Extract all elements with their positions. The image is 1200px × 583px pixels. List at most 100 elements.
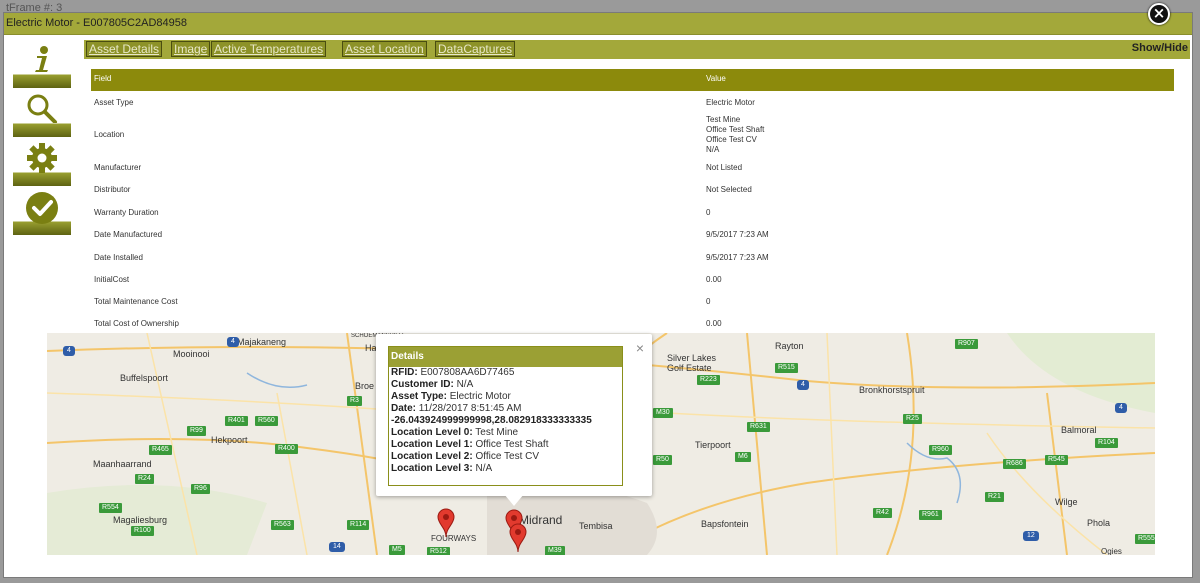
- route-shield: R3: [347, 396, 362, 406]
- map-place-label: Rayton: [775, 341, 804, 351]
- route-shield: M39: [545, 546, 565, 555]
- confirm-button[interactable]: [13, 187, 71, 235]
- row-value: 0: [706, 208, 711, 217]
- route-shield: R560: [255, 416, 278, 426]
- route-shield: R555: [1135, 534, 1155, 544]
- row-field: Location: [94, 130, 125, 139]
- route-shield: R545: [1045, 455, 1068, 465]
- route-shield: R114: [347, 520, 370, 530]
- route-shield: R21: [985, 492, 1004, 502]
- settings-button[interactable]: [13, 138, 71, 186]
- map-place-label: Tierpoort: [695, 440, 731, 450]
- info-line: RFID: E007808AA6D77465: [391, 367, 515, 378]
- map-place-label: Buffelspoort: [120, 373, 168, 383]
- route-shield: R223: [697, 375, 720, 385]
- route-shield: M5: [389, 545, 405, 555]
- row-field: Distributor: [94, 185, 131, 194]
- modal-titlebar: Electric Motor - E007805C2AD84958: [4, 13, 1192, 35]
- row-field: Total Maintenance Cost: [94, 297, 178, 306]
- info-line-coordinates: -26.043924999999998,28.082918333333335: [391, 415, 592, 426]
- info-line: Asset Type: Electric Motor: [391, 391, 511, 402]
- route-shield: R100: [131, 526, 154, 536]
- close-button[interactable]: ×: [1148, 3, 1170, 25]
- tab-image[interactable]: Image: [171, 41, 211, 57]
- map-place-label: Phola: [1087, 518, 1111, 528]
- map-place-label: Maanhaarrand: [93, 459, 152, 469]
- route-shield: R515: [775, 363, 798, 373]
- route-shield: R961: [919, 510, 942, 520]
- route-shield: R907: [955, 339, 978, 349]
- row-field: Date Installed: [94, 253, 143, 262]
- national-route-shield: 4: [1115, 403, 1127, 413]
- search-icon: [27, 94, 57, 123]
- gear-icon: [27, 143, 57, 173]
- info-line: Location Level 2: Office Test CV: [391, 451, 540, 462]
- route-shield: R99: [187, 426, 206, 436]
- map-place-label: Ogies: [1101, 547, 1122, 555]
- info-window-header: Details: [389, 347, 622, 367]
- map-place-label: Magaliesburg: [113, 515, 168, 525]
- tab-bar: Asset Details Image Active Temperatures …: [84, 40, 1190, 59]
- info-line: Location Level 0: Test Mine: [391, 427, 519, 438]
- tab-asset-details[interactable]: Asset Details: [86, 41, 163, 57]
- route-shield: R686: [1003, 459, 1026, 469]
- map-place-label: Broe: [355, 381, 375, 391]
- route-shield: R24: [135, 474, 154, 484]
- info-line: Customer ID: N/A: [391, 379, 474, 390]
- national-route-shield: 4: [63, 346, 75, 356]
- row-value: Not Selected: [706, 185, 752, 194]
- row-field: Date Manufactured: [94, 230, 163, 239]
- route-shield: R631: [747, 422, 770, 432]
- row-field: InitialCost: [94, 275, 130, 284]
- route-shield: R465: [149, 445, 172, 455]
- row-value: 9/5/2017 7:23 AM: [706, 230, 769, 239]
- row-value: Test Mine Office Test Shaft Office Test …: [706, 115, 765, 154]
- map-marker[interactable]: [437, 508, 455, 538]
- route-shield: R563: [271, 520, 294, 530]
- route-shield: R50: [653, 455, 672, 465]
- info-line: Location Level 1: Office Test Shaft: [391, 439, 549, 450]
- info-button[interactable]: [13, 40, 71, 88]
- map-marker[interactable]: [509, 523, 527, 553]
- route-shield: R25: [903, 414, 922, 424]
- tab-datacaptures[interactable]: DataCaptures: [435, 41, 516, 57]
- route-shield: R554: [99, 503, 122, 513]
- route-shield: R400: [275, 444, 298, 454]
- info-window-content: Details RFID: E007808AA6D77465 Customer …: [388, 346, 623, 486]
- route-shield: R401: [225, 416, 248, 426]
- map-place-label: Balmoral: [1061, 425, 1097, 435]
- national-route-shield: 14: [329, 542, 345, 552]
- show-hide-toggle[interactable]: Show/Hide: [1132, 42, 1188, 54]
- column-header-field: Field: [94, 74, 112, 83]
- route-shield: M6: [735, 452, 751, 462]
- search-button[interactable]: [13, 89, 71, 137]
- row-field: Total Cost of Ownership: [94, 319, 179, 328]
- map-place-label: Hekpoort: [211, 435, 248, 445]
- info-line: Date: 11/28/2017 8:51:45 AM: [391, 403, 522, 414]
- row-field: Warranty Duration: [94, 208, 159, 217]
- route-shield: R42: [873, 508, 892, 518]
- map-place-label: Bronkhorstspruit: [859, 385, 925, 395]
- map-info-window: × Details RFID: E007808AA6D77465 Custome…: [376, 334, 652, 506]
- row-value: 0.00: [706, 275, 722, 284]
- row-value: Not Listed: [706, 163, 743, 172]
- map-place-label: Bapsfontein: [701, 519, 749, 529]
- tab-active-temperatures[interactable]: Active Temperatures: [211, 41, 327, 57]
- route-shield: R512: [427, 547, 450, 555]
- map-place-label: Wilge: [1055, 497, 1078, 507]
- info-line: Location Level 3: N/A: [391, 463, 493, 474]
- info-window-tail: [504, 494, 524, 506]
- route-shield: R96: [191, 484, 210, 494]
- row-field: Manufacturer: [94, 163, 142, 172]
- row-value: Electric Motor: [706, 98, 755, 107]
- info-window-close-button[interactable]: ×: [636, 340, 644, 356]
- row-field: Asset Type: [94, 98, 134, 107]
- map-place-label: Majakaneng: [237, 337, 287, 347]
- tab-asset-location[interactable]: Asset Location: [342, 41, 427, 57]
- row-value: 0.00: [706, 319, 722, 328]
- route-shield: M30: [653, 408, 673, 418]
- info-icon: [35, 46, 48, 72]
- table-header: Field Value: [91, 69, 1174, 91]
- national-route-shield: 4: [227, 337, 239, 347]
- route-shield: R104: [1095, 438, 1118, 448]
